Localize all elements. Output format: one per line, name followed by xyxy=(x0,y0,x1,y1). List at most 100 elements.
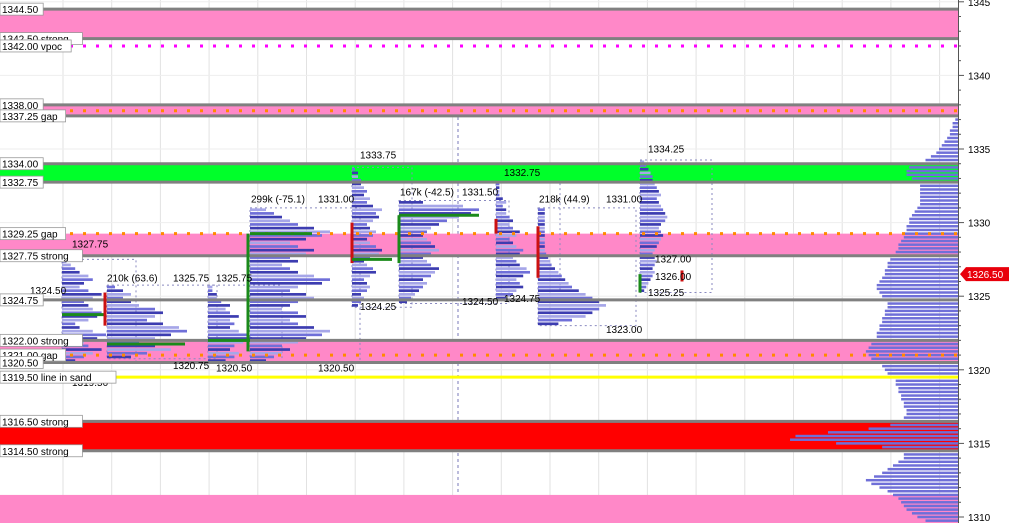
profile-bar xyxy=(250,212,274,215)
profile-bar xyxy=(496,223,510,226)
profile-bar xyxy=(399,237,427,241)
profile-bar xyxy=(62,270,80,274)
profile-bar xyxy=(496,274,524,278)
profile-bar xyxy=(496,281,520,285)
profile-bar xyxy=(399,274,431,278)
profile-bar xyxy=(352,197,370,201)
profile-bar xyxy=(399,263,431,267)
profile-bar xyxy=(352,304,358,307)
profile-bar xyxy=(640,186,657,189)
volume-bar xyxy=(949,129,958,132)
volume-bar xyxy=(901,394,958,397)
volume-bar xyxy=(952,125,958,129)
profile-bar xyxy=(538,322,559,326)
profile-bar xyxy=(538,278,566,281)
volume-bar xyxy=(898,390,958,394)
volume-bar xyxy=(887,306,958,309)
profile-bar xyxy=(496,245,517,248)
profile-bar xyxy=(250,208,266,212)
profile-bar xyxy=(352,223,367,226)
volume-bar xyxy=(895,383,958,386)
profile-bar xyxy=(640,278,651,281)
current-price-label: 1326.50 xyxy=(967,270,1004,281)
profile-bar xyxy=(538,208,545,212)
price-zones xyxy=(0,9,958,523)
profile-bar xyxy=(208,307,226,311)
profile-bar xyxy=(399,208,479,212)
volume-bar xyxy=(790,438,958,441)
profile-bar xyxy=(250,304,290,307)
volume-bar xyxy=(795,434,958,438)
volume-bar xyxy=(892,493,958,497)
profile-bar xyxy=(62,318,89,322)
profile-bar xyxy=(399,259,427,263)
price-annotation: 1334.25 xyxy=(648,145,685,156)
volume-bar xyxy=(925,158,958,162)
profile-bar xyxy=(496,289,517,293)
profile-bar xyxy=(208,351,239,355)
volume-bar xyxy=(920,199,958,202)
volume-bar xyxy=(884,309,958,313)
profile-bar xyxy=(208,348,230,351)
profile-bar xyxy=(250,307,282,311)
profile-bar xyxy=(399,267,439,270)
profile-bar xyxy=(352,263,367,267)
profile-bar xyxy=(399,285,423,289)
price-annotation: 1331.00 xyxy=(606,195,643,206)
profile-bar xyxy=(250,263,282,267)
profile-bar xyxy=(538,311,593,315)
volume-bar xyxy=(895,250,958,254)
volume-bar xyxy=(906,228,958,232)
profile-bar xyxy=(640,189,659,193)
profile-bar xyxy=(399,289,419,293)
volume-bar xyxy=(906,173,958,176)
volume-bar xyxy=(930,155,958,158)
profile-bar xyxy=(352,171,358,175)
price-annotation: 1320.50 xyxy=(318,363,355,374)
volume-bar xyxy=(898,460,958,464)
volume-bar xyxy=(906,225,958,228)
profile-bar xyxy=(250,322,298,326)
profile-bar xyxy=(62,304,89,307)
profile-bar xyxy=(496,212,507,215)
profile-bar xyxy=(250,215,282,219)
profile-bar xyxy=(538,270,559,274)
price-annotation: 1332.75 xyxy=(504,168,541,179)
volume-bar xyxy=(920,191,958,195)
profile-bar xyxy=(399,281,427,285)
profile-bar xyxy=(640,274,653,278)
volume-bar xyxy=(892,464,958,467)
profile-bar xyxy=(250,289,290,293)
volume-bar xyxy=(898,386,958,390)
volume-bar xyxy=(955,118,958,121)
price-annotation: 1326.00 xyxy=(655,272,692,283)
profile-bar xyxy=(352,267,373,270)
volume-bar xyxy=(879,328,958,331)
price-annotation: 167k (-42.5) xyxy=(400,187,454,198)
profile-bar xyxy=(640,208,664,212)
profile-bar xyxy=(496,201,507,204)
profile-bar xyxy=(352,245,376,248)
profile-bar xyxy=(399,245,435,248)
profile-bar xyxy=(640,204,661,208)
volume-bar xyxy=(920,184,958,188)
profile-bar xyxy=(250,248,314,252)
profile-bar xyxy=(352,219,373,223)
volume-bar xyxy=(911,512,958,515)
price-annotation: 1324.50 xyxy=(462,297,499,308)
profile-bar xyxy=(538,267,555,270)
price-annotation: 1320.75 xyxy=(173,361,210,372)
volume-bar xyxy=(941,144,958,147)
axis-tick-label: 1345 xyxy=(968,0,991,9)
volume-bar xyxy=(836,442,958,445)
volume-bar xyxy=(882,320,958,324)
volume-bar xyxy=(903,405,958,408)
profile-bar xyxy=(640,201,659,204)
profile-bar xyxy=(399,241,431,245)
profile-bar xyxy=(352,278,364,281)
volume-bar xyxy=(871,342,958,346)
volume-bar xyxy=(887,265,958,268)
profile-bar xyxy=(107,333,171,337)
profile-bar xyxy=(250,281,322,285)
profile-bar xyxy=(640,197,657,201)
